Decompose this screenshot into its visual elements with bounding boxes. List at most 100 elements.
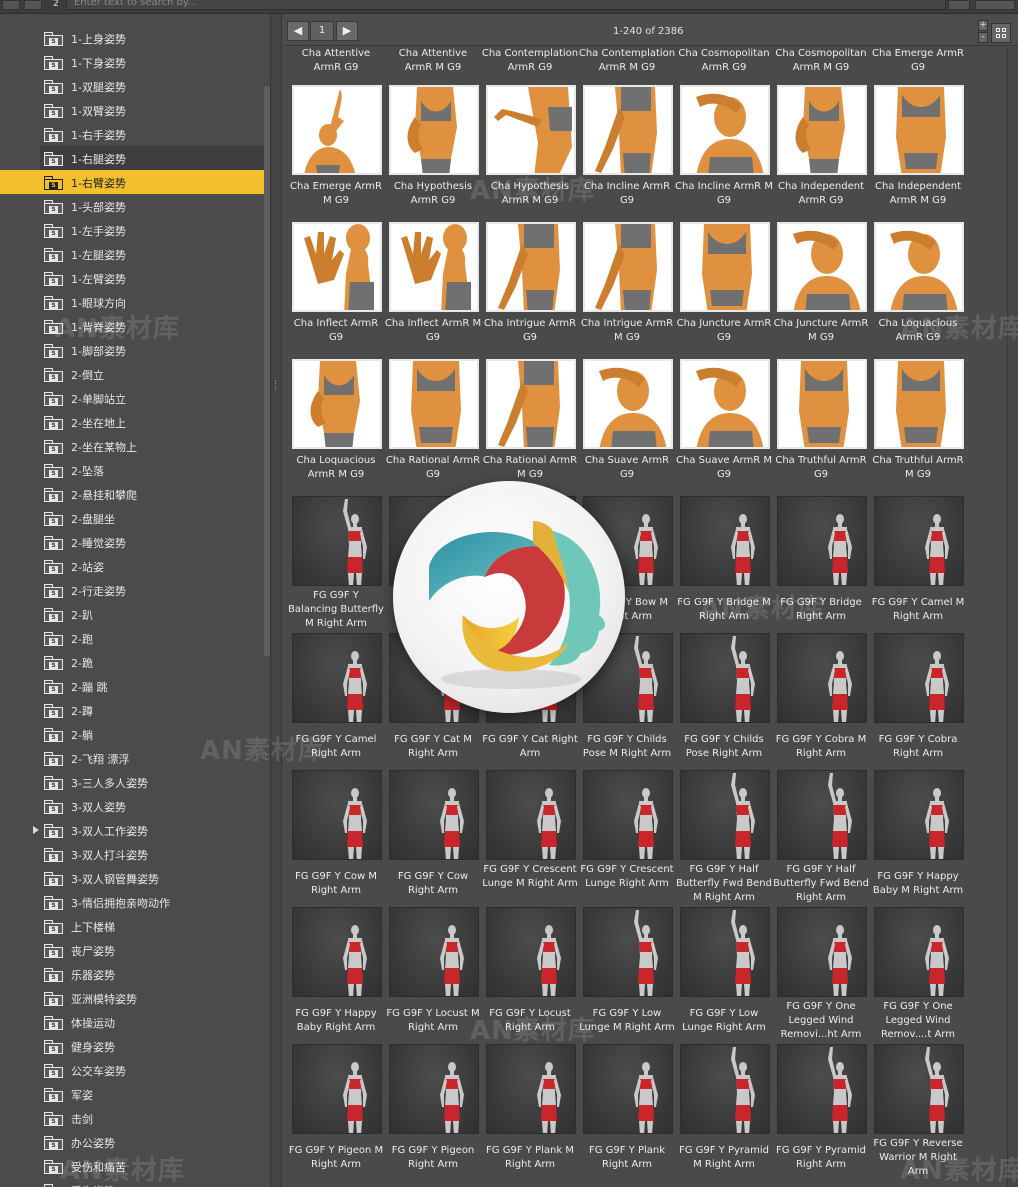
- tree-item[interactable]: S 2-倒立: [0, 362, 266, 386]
- asset-label[interactable]: Cha Cosmopolitan ArmR G9: [675, 47, 773, 75]
- tree-item[interactable]: S 2-盘腿坐: [0, 506, 266, 530]
- pose-thumbnail[interactable]: [874, 359, 964, 449]
- asset-tile[interactable]: Cha Intrigue ArmR G9: [477, 222, 576, 359]
- asset-tile[interactable]: FG G9F Y Cobra M Right Arm: [768, 633, 867, 770]
- asset-tile[interactable]: FG G9F Y One Legged Wind Removi...ht Arm: [768, 907, 867, 1044]
- pose-thumbnail[interactable]: [680, 907, 770, 997]
- pose-thumbnail[interactable]: [486, 1044, 576, 1134]
- tree-item[interactable]: S 2-趴: [0, 602, 266, 626]
- search-options-button[interactable]: [948, 0, 970, 10]
- tree-item[interactable]: S 公交车姿势: [0, 1058, 266, 1082]
- asset-tile[interactable]: FG G9F Y Half Butterfly Fwd Bend M Right…: [671, 770, 772, 907]
- tree-item[interactable]: S 1-右手姿势: [0, 122, 266, 146]
- pose-thumbnail[interactable]: [680, 1044, 770, 1134]
- asset-tile[interactable]: FG G9F Y Happy Baby Right Arm: [283, 907, 382, 1044]
- asset-tile[interactable]: FG G9F Y Low Lunge Right Arm: [671, 907, 770, 1044]
- pose-thumbnail[interactable]: [292, 222, 382, 312]
- asset-tile[interactable]: FG G9F Y Cow Right Arm: [380, 770, 479, 907]
- asset-tile[interactable]: Cha Hypothesis ArmR G9: [380, 85, 479, 222]
- asset-tile[interactable]: Cha Inflect ArmR G9: [283, 222, 382, 359]
- tree-item[interactable]: S 2-跪: [0, 650, 266, 674]
- next-page-button[interactable]: ▶: [336, 21, 358, 41]
- view-options-button[interactable]: [975, 0, 1015, 10]
- pose-thumbnail[interactable]: [680, 85, 770, 175]
- pose-thumbnail[interactable]: [583, 222, 673, 312]
- pose-thumbnail[interactable]: [874, 770, 964, 860]
- tree-item[interactable]: S 2-坐在地上: [0, 410, 266, 434]
- pose-thumbnail[interactable]: [874, 496, 964, 586]
- tree-item[interactable]: S 军姿: [0, 1082, 266, 1106]
- tree-item[interactable]: S 2-单脚站立: [0, 386, 266, 410]
- pose-thumbnail[interactable]: [292, 633, 382, 723]
- search-input[interactable]: Enter text to search by...: [66, 0, 946, 10]
- asset-tile[interactable]: FG G9F Y Pyramid M Right Arm: [671, 1044, 770, 1181]
- pose-thumbnail[interactable]: [777, 496, 867, 586]
- zoom-in-button[interactable]: +: [978, 20, 988, 31]
- pose-thumbnail[interactable]: [389, 1044, 479, 1134]
- tree-item[interactable]: S 乐器姿势: [0, 962, 266, 986]
- tree-item[interactable]: S 2-跑: [0, 626, 266, 650]
- asset-tile[interactable]: FG G9F Y Happy Baby M Right Arm: [865, 770, 964, 907]
- tree-item[interactable]: S 3-双人打斗姿势: [0, 842, 266, 866]
- pose-thumbnail[interactable]: [680, 222, 770, 312]
- asset-tile[interactable]: Cha Rational ArmR M G9: [477, 359, 577, 496]
- pose-thumbnail[interactable]: [486, 359, 576, 449]
- grid-scrollbar[interactable]: [1007, 47, 1017, 1187]
- pose-thumbnail[interactable]: [583, 359, 673, 449]
- asset-tile[interactable]: FG G9F Y Childs Pose Right Arm: [671, 633, 770, 770]
- pose-thumbnail[interactable]: [680, 633, 770, 723]
- tree-item[interactable]: S 2-睡觉姿势: [0, 530, 266, 554]
- tree-item[interactable]: S 3-双人工作姿势: [0, 818, 266, 842]
- pose-thumbnail[interactable]: [874, 907, 964, 997]
- tree-item[interactable]: S 亚洲模特姿势: [0, 986, 266, 1010]
- pose-thumbnail[interactable]: [680, 496, 770, 586]
- pose-thumbnail[interactable]: [777, 907, 867, 997]
- tree-item[interactable]: S 1-下身姿势: [0, 50, 266, 74]
- tree-item[interactable]: S 1-左臂姿势: [0, 266, 266, 290]
- pose-thumbnail[interactable]: [486, 907, 576, 997]
- tree-item[interactable]: S 1-右腿姿势: [40, 146, 266, 170]
- expand-arrow-icon[interactable]: [33, 826, 39, 834]
- asset-tile[interactable]: Cha Suave ArmR M G9: [671, 359, 772, 496]
- asset-tile[interactable]: Cha Truthful ArmR G9: [768, 359, 867, 496]
- asset-tile[interactable]: FG G9F Y Half Butterfly Fwd Bend Right A…: [768, 770, 869, 907]
- tree-item[interactable]: S 3-双人姿势: [0, 794, 266, 818]
- asset-tile[interactable]: FG G9F Y Cobra Right Arm: [865, 633, 964, 770]
- pose-thumbnail[interactable]: [292, 907, 382, 997]
- tree-item[interactable]: S 1-头部姿势: [0, 194, 266, 218]
- pose-thumbnail[interactable]: [583, 85, 673, 175]
- tree-item[interactable]: S 2-悬挂和攀爬: [0, 482, 266, 506]
- tree-item[interactable]: S 1-双腿姿势: [0, 74, 266, 98]
- zoom-out-button[interactable]: -: [978, 32, 988, 43]
- tree-item[interactable]: S 体操运动: [0, 1010, 266, 1034]
- asset-tile[interactable]: Cha Incline ArmR M G9: [671, 85, 773, 222]
- pose-thumbnail[interactable]: [292, 770, 382, 860]
- tree-item[interactable]: S 2-蹦 跳: [0, 674, 266, 698]
- asset-tile[interactable]: Cha Suave ArmR G9: [574, 359, 673, 496]
- asset-tile[interactable]: Cha Independent ArmR M G9: [865, 85, 964, 222]
- tree-item[interactable]: S 2-坠落: [0, 458, 266, 482]
- asset-label[interactable]: Cha Attentive ArmR M G9: [384, 47, 482, 75]
- pose-thumbnail[interactable]: [874, 633, 964, 723]
- asset-tile[interactable]: FG G9F Y Locust M Right Arm: [380, 907, 480, 1044]
- pose-thumbnail[interactable]: [777, 222, 867, 312]
- pose-thumbnail[interactable]: [486, 222, 576, 312]
- tree-item[interactable]: S 1-左手姿势: [0, 218, 266, 242]
- asset-tile[interactable]: Cha Truthful ArmR M G9: [865, 359, 964, 496]
- pose-thumbnail[interactable]: [292, 85, 382, 175]
- asset-tile[interactable]: FG G9F Y Pyramid Right Arm: [768, 1044, 867, 1181]
- pose-thumbnail[interactable]: [389, 770, 479, 860]
- tree-item[interactable]: S 健身姿势: [0, 1034, 266, 1058]
- asset-tile[interactable]: Cha Rational ArmR G9: [380, 359, 480, 496]
- tree-item[interactable]: S 3-情侣拥抱亲吻动作: [0, 890, 266, 914]
- tree-item[interactable]: S 1-左腿姿势: [0, 242, 266, 266]
- tree-item[interactable]: S 击剑: [0, 1106, 266, 1130]
- pose-thumbnail[interactable]: [583, 770, 673, 860]
- pose-thumbnail[interactable]: [777, 85, 867, 175]
- pose-thumbnail[interactable]: [583, 1044, 673, 1134]
- pose-thumbnail[interactable]: [389, 907, 479, 997]
- grid-view-icon[interactable]: [991, 23, 1011, 43]
- pose-thumbnail[interactable]: [292, 496, 382, 586]
- asset-label[interactable]: Cha Emerge ArmR G9: [869, 47, 967, 75]
- pose-thumbnail[interactable]: [389, 222, 479, 312]
